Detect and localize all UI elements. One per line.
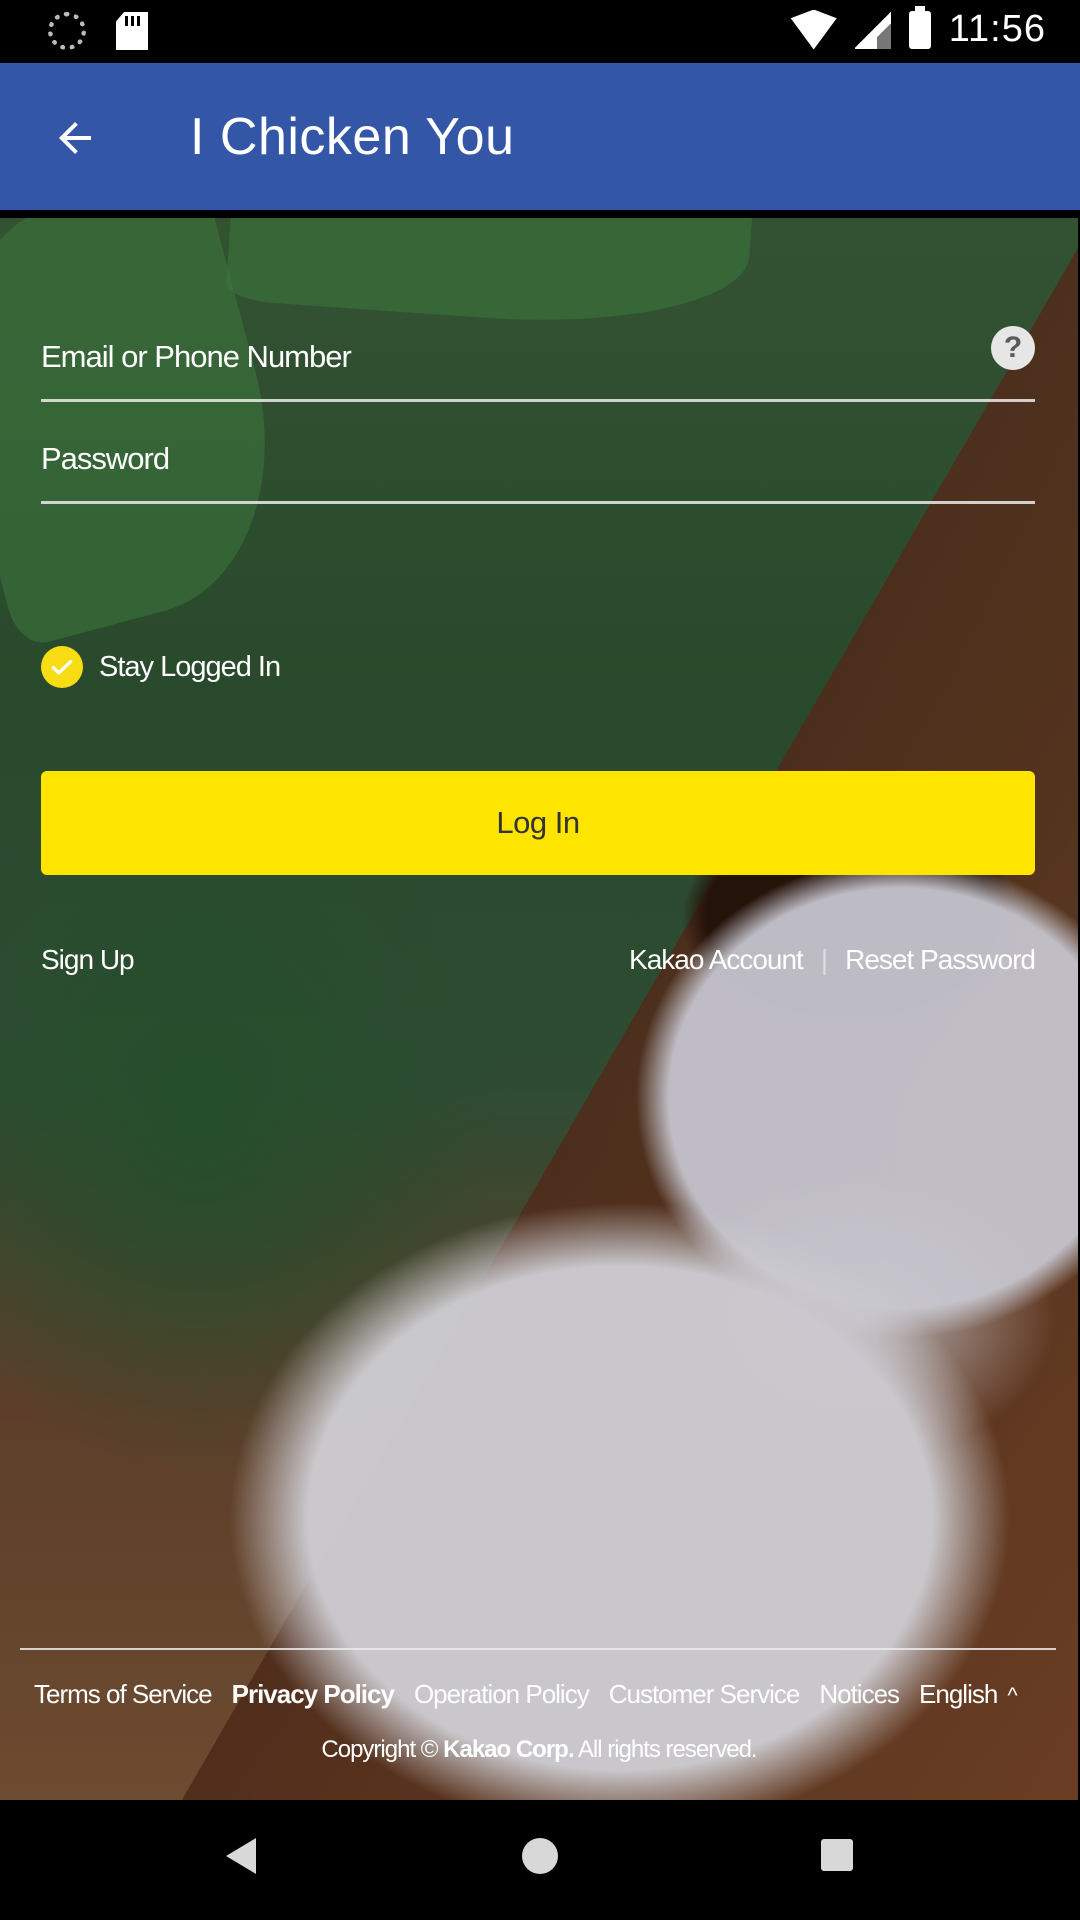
account-links: Kakao Account | Reset Password <box>629 944 1036 976</box>
language-label: English <box>919 1679 998 1709</box>
link-separator: | <box>820 944 828 975</box>
email-field[interactable] <box>41 329 941 385</box>
language-selector[interactable]: English ^ <box>919 1679 1018 1710</box>
login-button[interactable]: Log In <box>41 771 1035 875</box>
app-bar: I Chicken You <box>0 63 1080 210</box>
sd-card-icon <box>116 12 148 50</box>
password-field-container <box>41 420 1035 504</box>
nav-recents-icon[interactable] <box>821 1839 853 1871</box>
stay-logged-in-label: Stay Logged In <box>99 650 281 683</box>
question-icon[interactable]: ? <box>991 326 1035 370</box>
footer-links: Terms of Service Privacy Policy Operatio… <box>34 1679 1018 1710</box>
copyright-prefix: Copyright © <box>321 1736 438 1763</box>
page-title: I Chicken You <box>190 108 515 166</box>
copyright-suffix: All rights reserved. <box>577 1736 758 1763</box>
reset-password-link[interactable]: Reset Password <box>845 944 1036 976</box>
sign-up-link[interactable]: Sign Up <box>41 944 135 976</box>
nav-home-icon[interactable] <box>522 1838 558 1874</box>
customer-service-link[interactable]: Customer Service <box>609 1679 801 1710</box>
check-icon[interactable] <box>41 646 83 688</box>
arrow-left-icon <box>59 122 91 154</box>
sync-icon <box>48 12 86 50</box>
signal-icon <box>854 10 891 49</box>
copyright: Copyright © Kakao Corp. All rights reser… <box>0 1736 1078 1764</box>
stay-logged-in-toggle[interactable]: Stay Logged In <box>41 646 281 688</box>
password-field[interactable] <box>41 431 941 487</box>
wifi-icon <box>790 9 837 50</box>
battery-icon <box>908 5 931 49</box>
privacy-link[interactable]: Privacy Policy <box>232 1679 395 1710</box>
nav-back-icon[interactable] <box>226 1838 256 1874</box>
operation-policy-link[interactable]: Operation Policy <box>414 1679 590 1710</box>
copyright-corp: Kakao Corp. <box>443 1736 574 1763</box>
status-bar: 11:56 <box>0 0 1080 63</box>
navigation-bar <box>0 1800 1080 1920</box>
clock: 11:56 <box>948 8 1046 50</box>
notices-link[interactable]: Notices <box>819 1679 900 1710</box>
login-panel: ? Stay Logged In Log In Sign Up Kakao Ac… <box>0 218 1078 1800</box>
footer-divider <box>20 1648 1056 1650</box>
kakao-account-link[interactable]: Kakao Account <box>629 944 804 976</box>
terms-link[interactable]: Terms of Service <box>34 1679 213 1710</box>
caret-up-icon: ^ <box>1007 1683 1017 1708</box>
email-field-container: ? <box>41 318 1035 402</box>
back-button[interactable] <box>40 103 110 173</box>
